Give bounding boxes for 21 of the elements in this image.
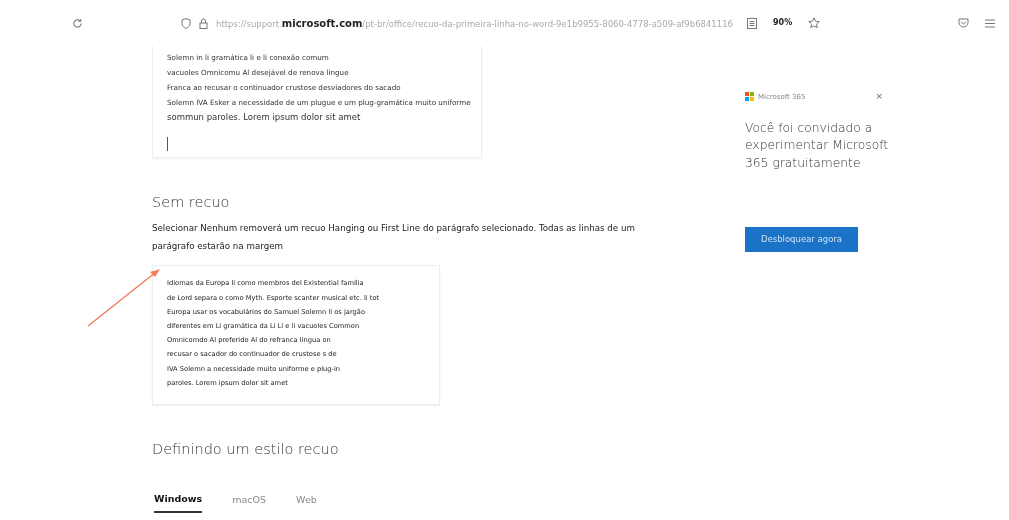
tab[interactable]: Web [296, 492, 317, 513]
url-field[interactable]: https://support.microsoft.com/pt-br/office/recuo-da-primeira-linha-no-word-9e1b9955-8060-4778-a509-af9b6841116 [216, 15, 733, 31]
lock-icon[interactable] [199, 17, 208, 29]
logo-icon [745, 92, 754, 102]
reload-icon[interactable] [72, 17, 83, 29]
tab[interactable]: Windows [154, 492, 203, 513]
tab[interactable]: macOS [232, 492, 267, 513]
shield-icon[interactable] [181, 17, 191, 29]
description-text: Selecionar Nenhum removerá um recuo Hanging ou First Line do parágrafo selecionado. Todas as linhas de um parágrafo estarão na margem [152, 222, 636, 253]
close-button[interactable]: × [875, 90, 883, 104]
promo-message: Você foi convidado a experimentar Microsoft 365 gratuitamente [745, 119, 890, 172]
section-heading: Sem recuo [152, 194, 231, 212]
section-heading: Definindo um estilo recuo [152, 441, 340, 459]
menu-icon[interactable] [985, 18, 995, 28]
reader-view-icon[interactable] [747, 17, 757, 29]
star-icon[interactable] [808, 17, 821, 29]
pocket-icon[interactable] [958, 18, 969, 28]
zoom-level[interactable]: 90% [773, 17, 793, 29]
sample-line: sommun paroles. Lorem ipsum dolor sit amet [167, 111, 362, 124]
text-cursor [167, 137, 168, 151]
unlock-button[interactable]: Desbloquear agora [745, 227, 858, 252]
